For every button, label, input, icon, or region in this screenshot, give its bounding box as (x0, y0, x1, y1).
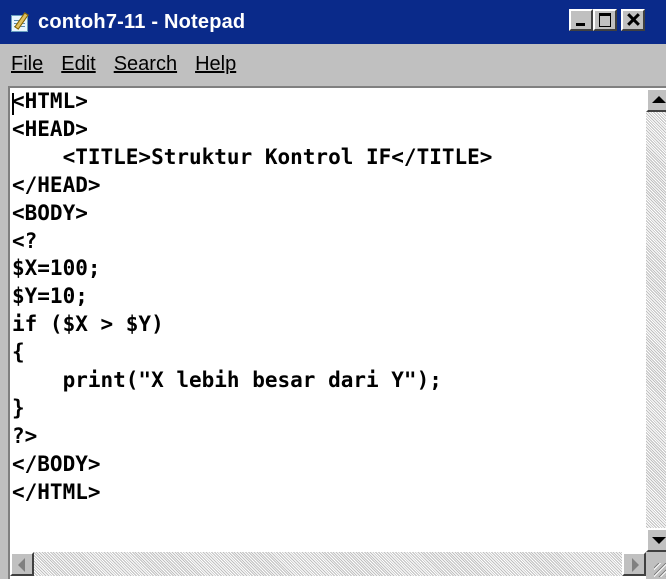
menu-file[interactable]: File (0, 53, 52, 76)
window-title: contoh7-11 - Notepad (38, 10, 246, 33)
code-line: } (12, 395, 25, 420)
resize-grip-icon[interactable] (646, 552, 666, 579)
scroll-up-icon[interactable] (646, 88, 666, 112)
code-line: </HEAD> (12, 172, 101, 197)
menu-help-label: Help (195, 52, 237, 75)
menu-edit[interactable]: Edit (52, 53, 104, 76)
code-line: <HEAD> (12, 116, 88, 141)
text-caret (12, 93, 14, 115)
scroll-right-icon[interactable] (622, 552, 646, 576)
notepad-icon[interactable] (10, 12, 30, 32)
maximize-button[interactable] (593, 9, 617, 31)
text-area[interactable]: <HTML> <HEAD> <TITLE>Struktur Kontrol IF… (10, 88, 646, 552)
code-line: $Y=10; (12, 284, 88, 309)
vertical-scrollbar[interactable] (646, 88, 666, 552)
code-line: <TITLE>Struktur Kontrol IF</TITLE> (12, 144, 493, 169)
menu-edit-label: Edit (61, 52, 96, 75)
code-line: </BODY> (12, 451, 101, 476)
code-line: </HTML> (12, 479, 101, 504)
minimize-button[interactable] (569, 9, 593, 31)
scroll-down-icon[interactable] (646, 528, 666, 552)
close-button[interactable] (621, 9, 645, 31)
code-line: if ($X > $Y) (12, 312, 164, 337)
code-line: <HTML> (12, 89, 88, 113)
code-line: $X=100; (12, 256, 101, 281)
code-line: <? (12, 228, 38, 253)
title-bar[interactable]: contoh7-11 - Notepad (0, 0, 666, 44)
menu-search-label: Search (113, 52, 178, 75)
menu-file-label: File (11, 52, 44, 75)
code-line: ?> (12, 423, 38, 448)
menu-search[interactable]: Search (105, 53, 186, 76)
code-line: print("X lebih besar dari Y"); (12, 368, 442, 393)
code-line: <BODY> (12, 200, 88, 225)
horizontal-scrollbar[interactable] (10, 552, 646, 576)
menu-help[interactable]: Help (186, 53, 245, 76)
editor-frame: <HTML> <HEAD> <TITLE>Struktur Kontrol IF… (8, 86, 666, 579)
vertical-scroll-track[interactable] (646, 112, 666, 528)
code-line: { (12, 340, 25, 365)
scroll-left-icon[interactable] (10, 552, 34, 576)
menu-bar: File Edit Search Help (0, 44, 666, 84)
